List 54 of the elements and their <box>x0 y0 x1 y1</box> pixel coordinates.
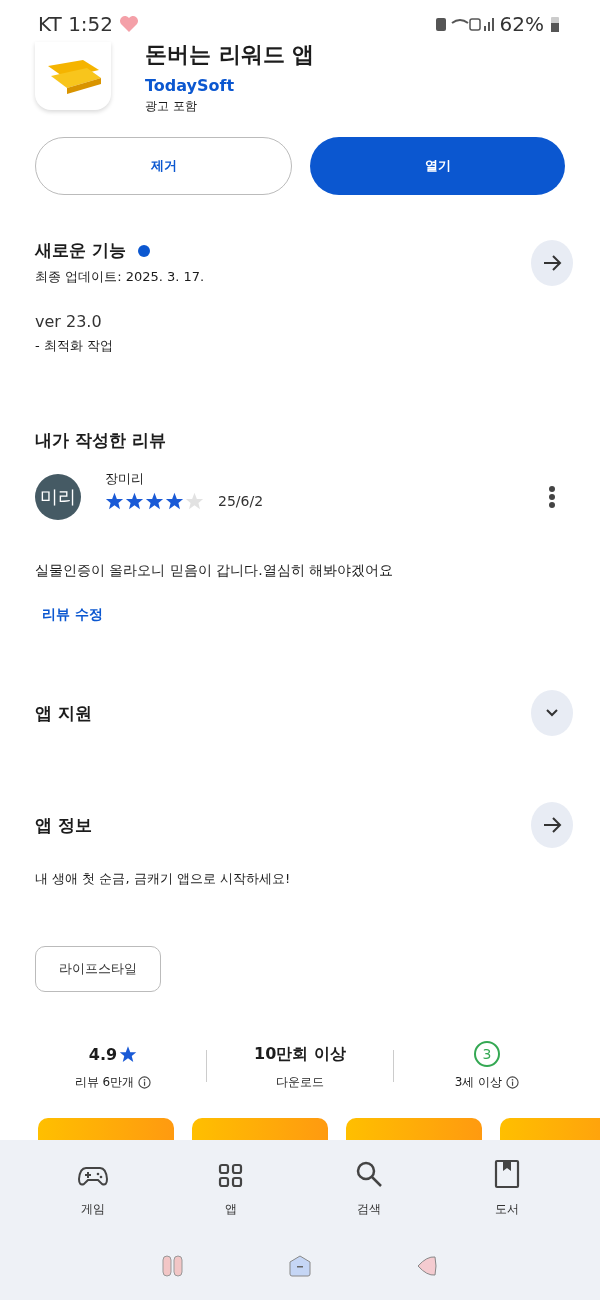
stat-value: 4.9 <box>88 1044 118 1064</box>
battery-text: 62% <box>499 12 544 36</box>
arrow-button[interactable] <box>531 802 573 848</box>
uninstall-button[interactable]: 제거 <box>35 137 292 195</box>
book-icon <box>494 1159 520 1189</box>
update-date: 최종 업데이트: 2025. 3. 17. <box>35 268 205 286</box>
info-icon[interactable] <box>138 1076 152 1089</box>
category-chip[interactable]: 라이프스타일 <box>35 946 161 992</box>
stat-label: 다운로드 <box>276 1074 324 1091</box>
app-icon <box>35 42 111 110</box>
stat-label: 3세 이상 <box>454 1074 503 1091</box>
section-title: 앱 지원 <box>35 701 92 725</box>
star-icon <box>185 492 204 510</box>
battery-icon <box>550 15 560 33</box>
avatar: 미리 <box>35 474 81 520</box>
nav-tab[interactable]: 검색 <box>329 1158 409 1218</box>
status-time: KT 1:52 <box>38 12 114 36</box>
grid-icon <box>218 1163 244 1189</box>
app-description: 내 생애 첫 순금, 금캐기 앱으로 시작하세요! <box>34 870 292 888</box>
age-rating-badge: 3 <box>474 1041 500 1067</box>
open-button[interactable]: 열기 <box>310 137 565 195</box>
expand-button[interactable] <box>531 690 573 736</box>
home-icon[interactable] <box>288 1254 312 1278</box>
nav-tab[interactable]: 도서 <box>467 1158 547 1218</box>
star-icon <box>119 1045 138 1063</box>
change-note: - 최적화 작업 <box>34 337 114 355</box>
review-date: 25/6/2 <box>218 493 264 509</box>
edit-review-link[interactable]: 리뷰 수정 <box>0 606 145 624</box>
star-icon <box>105 492 124 510</box>
section-title: 내가 작성한 리뷰 <box>34 429 167 452</box>
review-text: 실물인증이 올라오니 믿음이 갑니다.열심히 해봐야겠어요 <box>34 562 395 580</box>
star-icon <box>125 492 144 510</box>
nav-tab[interactable]: 앱 <box>191 1158 271 1218</box>
stat-label: 리뷰 6만개 <box>74 1074 135 1091</box>
promo-card[interactable] <box>346 1118 482 1140</box>
nav-tab[interactable]: 게임 <box>53 1158 133 1218</box>
search-icon <box>354 1159 384 1189</box>
reviewer-name: 장미리 <box>105 470 144 488</box>
developer-link[interactable]: TodaySoft <box>145 76 235 95</box>
arrow-button[interactable] <box>531 239 573 286</box>
star-icon <box>145 492 164 510</box>
recents-icon[interactable] <box>161 1254 186 1278</box>
app-title: 돈버는 리워드 앱 <box>145 42 315 68</box>
promo-card[interactable] <box>38 1118 174 1140</box>
more-icon[interactable] <box>548 485 556 509</box>
version-text: ver 23.0 <box>34 312 103 331</box>
section-title: 새로운 기능 <box>35 239 126 262</box>
ads-note: 광고 포함 <box>145 98 197 115</box>
star-icon <box>165 492 184 510</box>
info-icon[interactable] <box>506 1076 520 1089</box>
section-title: 앱 정보 <box>35 813 92 837</box>
promo-card[interactable] <box>192 1118 328 1140</box>
heart-icon <box>119 15 140 33</box>
stat-value: 10만회 이상 <box>254 1043 346 1065</box>
